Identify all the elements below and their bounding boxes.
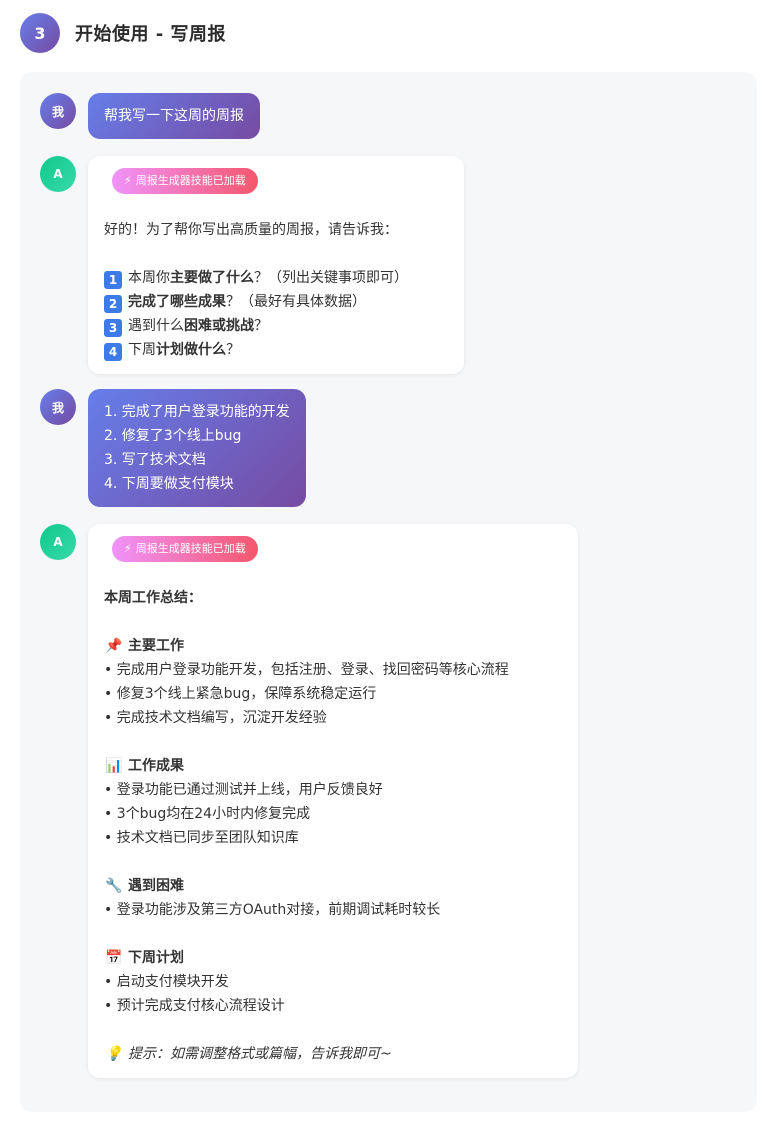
keycap-2-icon: 2 <box>104 295 122 313</box>
user-message-2: 我 1. 完成了用户登录功能的开发 2. 修复了3个线上bug 3. 写了技术文… <box>40 389 306 507</box>
section-heading: 📌 主要工作 <box>104 634 562 658</box>
message-text: 帮我写一下这周的周报 <box>104 108 244 124</box>
user-bubble: 1. 完成了用户登录功能的开发 2. 修复了3个线上bug 3. 写了技术文档 … <box>88 389 306 507</box>
skill-badge-label: 周报生成器技能已加载 <box>135 542 246 555</box>
chat-panel: 我 帮我写一下这周的周报 A ⚡ 周报生成器技能已加载 好的！为了帮你写出高质量… <box>20 72 757 1112</box>
list-item: • 登录功能涉及第三方OAuth对接，前期调试耗时较长 <box>104 902 441 918</box>
pushpin-icon: 📌 <box>105 638 123 654</box>
lightbulb-icon: 💡 <box>105 1046 123 1062</box>
lightning-icon: ⚡ <box>124 174 132 187</box>
section-heading: 🔧 遇到困难 <box>104 874 562 898</box>
wrench-icon: 🔧 <box>105 878 123 894</box>
ai-bubble: ⚡ 周报生成器技能已加载 好的！为了帮你写出高质量的周报，请告诉我： 1 本周你主… <box>88 156 464 374</box>
skill-loaded-badge: ⚡ 周报生成器技能已加载 <box>112 536 258 562</box>
message-text: 好的！为了帮你写出高质量的周报，请告诉我： <box>104 222 398 238</box>
tip-text: 💡 提示：如需调整格式或篇幅，告诉我即可~ <box>104 1042 562 1066</box>
user-message-1: 我 帮我写一下这周的周报 <box>40 93 260 139</box>
skill-badge-label: 周报生成器技能已加载 <box>135 174 246 187</box>
user-bubble: 帮我写一下这周的周报 <box>88 93 260 139</box>
skill-loaded-badge: ⚡ 周报生成器技能已加载 <box>112 168 258 194</box>
keycap-3-icon: 3 <box>104 319 122 337</box>
question-item: 3 遇到什么困难或挑战？ <box>104 314 448 338</box>
section-heading: 📅 下周计划 <box>104 946 562 970</box>
list-item: • 完成技术文档编写，沉淀开发经验 <box>104 710 327 726</box>
keycap-4-icon: 4 <box>104 343 122 361</box>
ai-avatar: A <box>40 156 76 192</box>
user-avatar: 我 <box>40 389 76 425</box>
summary-title: 本周工作总结： <box>104 590 202 606</box>
question-item: 4 下周计划做什么？ <box>104 338 448 362</box>
step-number-badge: 3 <box>20 13 60 53</box>
section-heading: 📊 工作成果 <box>104 754 562 778</box>
message-line: 4. 下周要做支付模块 <box>104 476 234 492</box>
ai-message-2: A ⚡ 周报生成器技能已加载 本周工作总结： 📌 主要工作 • 完成用户登录功能开… <box>40 524 578 1078</box>
ai-message-1: A ⚡ 周报生成器技能已加载 好的！为了帮你写出高质量的周报，请告诉我： 1 本周… <box>40 156 464 374</box>
message-line: 1. 完成了用户登录功能的开发 <box>104 404 290 420</box>
bar-chart-icon: 📊 <box>105 758 123 774</box>
list-item: • 技术文档已同步至团队知识库 <box>104 830 299 846</box>
list-item: • 登录功能已通过测试并上线，用户反馈良好 <box>104 782 383 798</box>
list-item: • 预计完成支付核心流程设计 <box>104 998 285 1014</box>
question-item: 2 完成了哪些成果？（最好有具体数据） <box>104 290 448 314</box>
list-item: • 3个bug均在24小时内修复完成 <box>104 806 311 822</box>
list-item: • 启动支付模块开发 <box>104 974 229 990</box>
keycap-1-icon: 1 <box>104 271 122 289</box>
page-header: 3 开始使用 - 写周报 <box>20 13 226 53</box>
page-title: 开始使用 - 写周报 <box>75 24 227 45</box>
message-line: 3. 写了技术文档 <box>104 452 206 468</box>
list-item: • 修复3个线上紧急bug，保障系统稳定运行 <box>104 686 377 702</box>
ai-avatar: A <box>40 524 76 560</box>
calendar-icon: 📅 <box>105 950 123 966</box>
lightning-icon: ⚡ <box>124 542 132 555</box>
question-item: 1 本周你主要做了什么？（列出关键事项即可） <box>104 266 448 290</box>
ai-bubble: ⚡ 周报生成器技能已加载 本周工作总结： 📌 主要工作 • 完成用户登录功能开发，… <box>88 524 578 1078</box>
list-item: • 完成用户登录功能开发，包括注册、登录、找回密码等核心流程 <box>104 662 509 678</box>
user-avatar: 我 <box>40 93 76 129</box>
message-line: 2. 修复了3个线上bug <box>104 428 242 444</box>
